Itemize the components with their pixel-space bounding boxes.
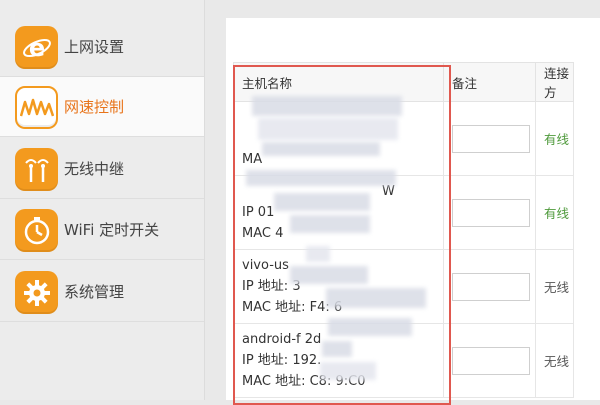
note-input[interactable] <box>452 124 530 153</box>
sidebar: e 上网设置 网速控制 无线中继 WiFi 定时开关 系统管理 <box>0 0 205 400</box>
connection-cell: 有线 <box>535 175 574 250</box>
sidebar-item-wifi-timer[interactable]: WiFi 定时开关 <box>0 200 204 260</box>
connection-type: 有线 <box>544 206 570 221</box>
sidebar-item-label: 无线中继 <box>64 160 125 178</box>
connection-cell: 无线 <box>535 323 574 398</box>
sidebar-item-label: 上网设置 <box>64 38 125 56</box>
connection-cell: 有线 <box>535 101 574 176</box>
gear-icon <box>15 271 58 314</box>
host-cell: W IP 01 MAC 4 <box>233 175 444 250</box>
privacy-blur <box>274 193 370 211</box>
connection-type: 无线 <box>544 280 570 295</box>
svg-text:e: e <box>28 34 44 62</box>
note-cell <box>443 249 536 324</box>
note-input[interactable] <box>452 272 530 301</box>
privacy-blur <box>262 142 380 156</box>
connection-type: 无线 <box>544 354 570 369</box>
ie-globe-icon: e <box>15 26 58 69</box>
privacy-blur <box>322 341 352 357</box>
wireless-relay-icon <box>15 148 58 191</box>
privacy-blur <box>290 266 368 284</box>
privacy-blur <box>246 170 396 186</box>
connection-cell: 无线 <box>535 249 574 324</box>
column-header-connection: 连接方 <box>535 62 574 102</box>
privacy-blur <box>306 246 330 262</box>
note-input[interactable] <box>452 198 530 227</box>
sidebar-item-label: 网速控制 <box>64 98 125 116</box>
sidebar-item-label: 系统管理 <box>64 283 125 301</box>
speed-wave-icon <box>15 86 58 129</box>
column-header-note: 备注 <box>443 62 536 102</box>
privacy-blur <box>258 118 398 140</box>
sidebar-item-internet-settings[interactable]: e 上网设置 <box>0 17 204 77</box>
privacy-blur <box>290 215 370 233</box>
sidebar-item-label: WiFi 定时开关 <box>64 221 160 239</box>
privacy-blur <box>252 96 402 116</box>
privacy-blur <box>326 288 426 308</box>
table-row: vivo-us IP 地址: 3 MAC 地址: F4: 6 无线 <box>233 249 574 324</box>
table-row: W IP 01 MAC 4 有线 <box>233 175 574 250</box>
note-cell <box>443 101 536 176</box>
privacy-blur <box>328 318 412 336</box>
sidebar-item-wireless-relay[interactable]: 无线中继 <box>0 139 204 199</box>
sidebar-item-speed-control[interactable]: 网速控制 <box>0 77 204 137</box>
note-cell <box>443 323 536 398</box>
note-cell <box>443 175 536 250</box>
privacy-blur <box>320 362 376 380</box>
sidebar-item-system-management[interactable]: 系统管理 <box>0 262 204 322</box>
timer-icon <box>15 209 58 252</box>
host-cell: vivo-us IP 地址: 3 MAC 地址: F4: 6 <box>233 249 444 324</box>
note-input[interactable] <box>452 346 530 375</box>
connection-type: 有线 <box>544 132 570 147</box>
